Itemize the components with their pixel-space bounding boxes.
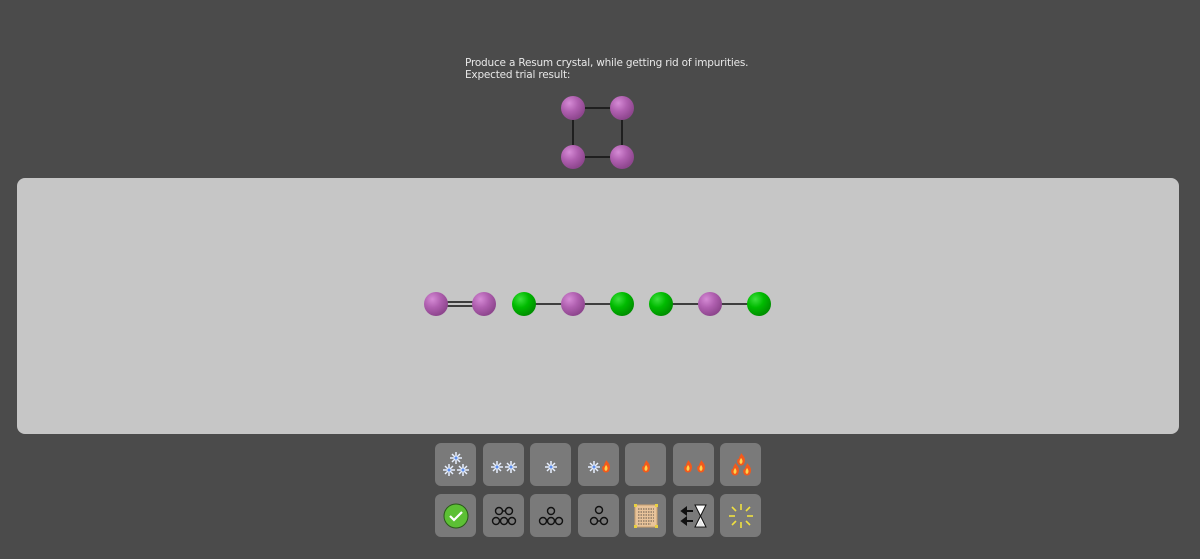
heat-triple-button[interactable] xyxy=(720,443,761,486)
heat-double-button[interactable] xyxy=(673,443,714,486)
split-two-three-button[interactable] xyxy=(483,494,524,537)
freeze-heat-button[interactable] xyxy=(578,443,619,486)
atom-purple xyxy=(561,145,585,169)
atom-purple[interactable] xyxy=(561,292,585,316)
freeze-triple-button[interactable] xyxy=(435,443,476,486)
split-one-two-icon xyxy=(589,505,608,525)
atom-purple xyxy=(610,145,634,169)
atom-green[interactable] xyxy=(610,292,634,316)
burst-icon xyxy=(728,503,753,528)
confirm-button[interactable] xyxy=(435,494,476,537)
freeze-heat-icon xyxy=(587,459,610,473)
atom-green[interactable] xyxy=(649,292,673,316)
split-one-three-icon xyxy=(538,506,563,525)
rewind-button[interactable] xyxy=(673,494,714,537)
heat-triple-icon xyxy=(730,452,751,475)
notes-button[interactable] xyxy=(625,494,666,537)
atom-purple[interactable] xyxy=(472,292,496,316)
atom-purple xyxy=(561,96,585,120)
freeze-triple-icon xyxy=(442,451,469,476)
instruction-text: Produce a Resum crystal, while getting r… xyxy=(465,57,749,69)
board-molecules xyxy=(424,292,771,316)
freeze-double-button[interactable] xyxy=(483,443,524,486)
atom-green[interactable] xyxy=(747,292,771,316)
freeze-single-icon xyxy=(544,460,557,473)
freeze-single-button[interactable] xyxy=(530,443,571,486)
rewind-hourglass-icon xyxy=(679,504,707,527)
split-two-three-icon xyxy=(491,506,516,525)
confirm-check-icon xyxy=(443,503,468,528)
burst-button[interactable] xyxy=(720,494,761,537)
scroll-notes-icon xyxy=(633,503,658,528)
expected-result-molecule xyxy=(561,96,634,169)
split-one-two-button[interactable] xyxy=(578,494,619,537)
expected-result-label: Expected trial result: xyxy=(465,69,571,81)
atom-purple[interactable] xyxy=(698,292,722,316)
instructions: Produce a Resum crystal, while getting r… xyxy=(465,57,749,81)
heat-double-icon xyxy=(683,459,705,472)
split-one-three-button[interactable] xyxy=(530,494,571,537)
heat-single-icon xyxy=(641,459,650,472)
atom-green[interactable] xyxy=(512,292,536,316)
heat-single-button[interactable] xyxy=(625,443,666,486)
atom-purple xyxy=(610,96,634,120)
molecule[interactable] xyxy=(424,292,496,316)
molecule[interactable] xyxy=(649,292,771,316)
atom-purple[interactable] xyxy=(424,292,448,316)
freeze-double-icon xyxy=(490,460,517,473)
molecule[interactable] xyxy=(512,292,634,316)
